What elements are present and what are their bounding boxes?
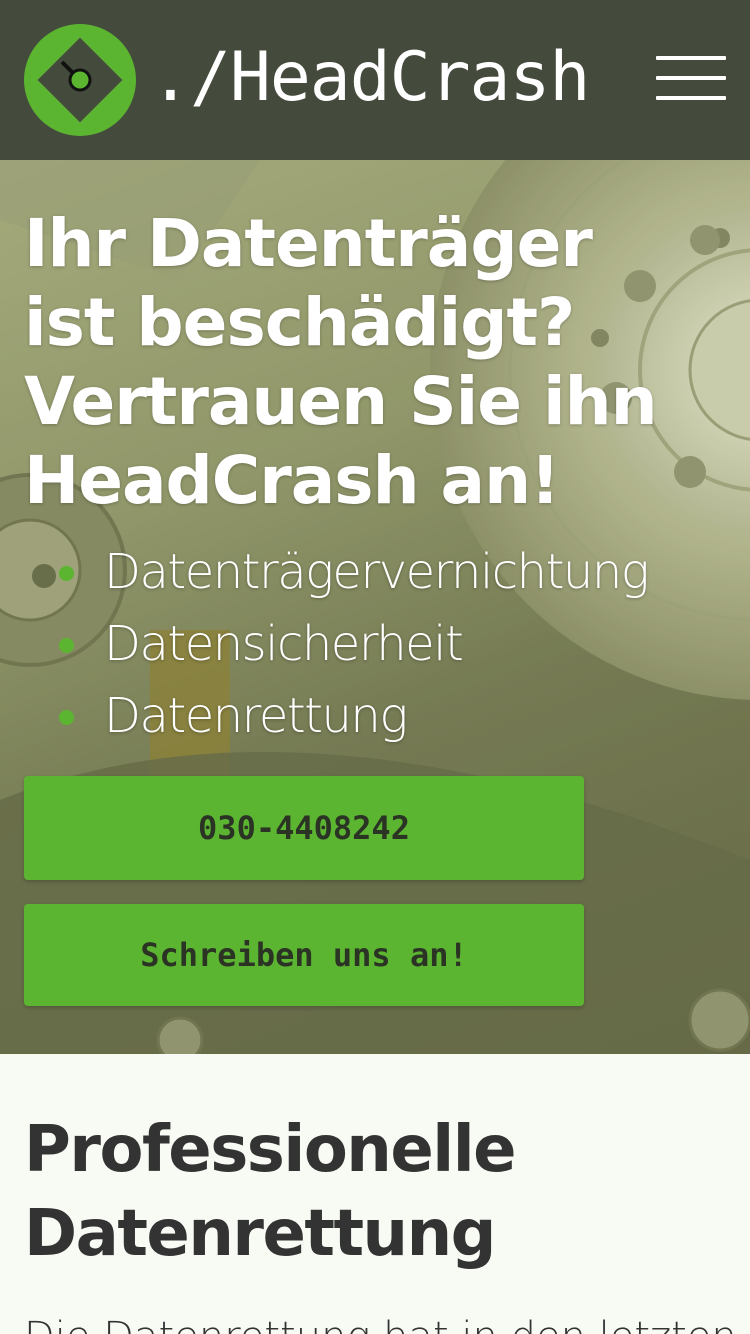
list-item: Datenträgervernichtung <box>24 536 650 608</box>
service-label: Datenträgervernichtung <box>104 544 650 600</box>
bullet-icon <box>59 710 74 725</box>
bullet-icon <box>59 638 74 653</box>
list-item: Datenrettung <box>24 680 648 752</box>
service-label: Datenrettung <box>104 688 408 744</box>
phone-button[interactable]: 030-4408242 <box>24 776 584 880</box>
site-header: ./HeadCrash <box>0 0 750 160</box>
list-item: Datensicherheit <box>24 608 648 680</box>
bullet-icon <box>59 566 74 581</box>
intro-text: Die Datenrettung hat in den letzten Jahr… <box>24 1312 744 1334</box>
hamburger-menu-icon[interactable] <box>656 56 726 102</box>
services-list: Datenträgervernichtung Datensicherheit D… <box>24 536 650 752</box>
hard-drive-icon[interactable] <box>24 24 136 136</box>
hero-title: Ihr Datenträger ist beschädigt? Vertraue… <box>24 205 658 519</box>
service-label: Datensicherheit <box>104 616 464 672</box>
brand-name[interactable]: ./HeadCrash <box>150 38 590 118</box>
hero-section: Ihr Datenträger ist beschädigt? Vertraue… <box>0 160 750 1054</box>
contact-button[interactable]: Schreiben uns an! <box>24 904 584 1006</box>
section-title: Professionelle Datenrettung <box>24 1113 517 1271</box>
